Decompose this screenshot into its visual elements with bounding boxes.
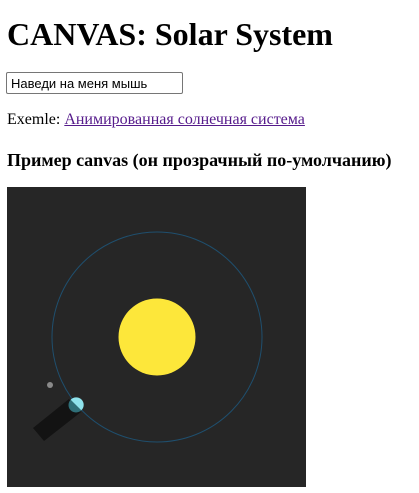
sun [118,298,196,376]
solar-system-canvas[interactable] [7,187,306,487]
canvas-section-heading: Пример canvas (он прозрачный по-умолчани… [7,150,392,170]
hover-text-input[interactable] [6,72,183,94]
solar-system-example-link[interactable]: Анимированная солнечная система [64,111,305,128]
page-title: CANVAS: Solar System [7,16,333,52]
example-prefix: Exemle: [7,111,65,128]
solar-system-drawing [7,187,306,487]
example-line: Exemle: Анимированная солнечная система [7,110,305,130]
moon [47,382,53,388]
